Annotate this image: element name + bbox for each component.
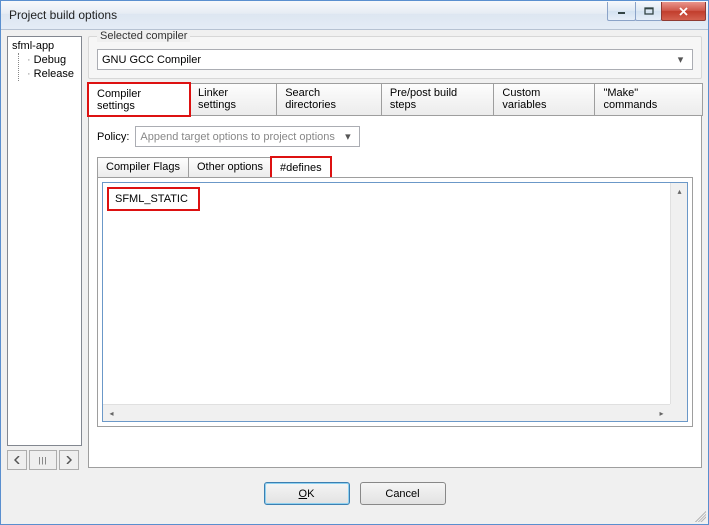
policy-row: Policy: Append target options to project…	[97, 126, 693, 147]
tree-line-icon: ·	[27, 54, 31, 66]
resize-grip[interactable]	[692, 508, 706, 522]
policy-combo-value: Append target options to project options	[140, 131, 334, 143]
targets-panel: sfml-app ·Debug ·Release |||	[7, 36, 82, 466]
chevron-right-icon	[66, 456, 72, 464]
chevron-left-icon	[14, 456, 20, 464]
minimize-button[interactable]	[607, 2, 636, 21]
compiler-combo-value: GNU GCC Compiler	[102, 54, 201, 66]
tree-leaf-debug[interactable]: ·Debug	[25, 53, 79, 67]
defines-textarea[interactable]	[103, 183, 670, 404]
defines-box: SFML_STATIC ▴ ◂ ▸	[102, 182, 688, 422]
tab-pre-post-build[interactable]: Pre/post build steps	[381, 83, 495, 116]
titlebar: Project build options	[1, 1, 708, 30]
tab-search-directories[interactable]: Search directories	[276, 83, 382, 116]
tree-leaf-label: Debug	[34, 54, 66, 66]
chevron-down-icon: ▾	[340, 130, 355, 143]
window-buttons	[608, 1, 708, 29]
targets-tree[interactable]: sfml-app ·Debug ·Release	[7, 36, 82, 446]
subtab-defines[interactable]: #defines	[271, 157, 331, 178]
subtab-other-options[interactable]: Other options	[188, 157, 272, 178]
tree-branch: ·Debug ·Release	[18, 53, 79, 81]
close-icon	[678, 7, 689, 16]
dialog-buttons: OK Cancel	[7, 482, 702, 505]
tab-custom-variables[interactable]: Custom variables	[493, 83, 595, 116]
scroll-left-icon: ◂	[103, 405, 120, 422]
subtab-compiler-flags[interactable]: Compiler Flags	[97, 157, 189, 178]
tree-leaf-release[interactable]: ·Release	[25, 67, 79, 81]
tree-line-icon: ·	[27, 68, 31, 80]
sub-tabs: Compiler Flags Other options #defines	[97, 157, 693, 178]
tree-mid-button[interactable]: |||	[29, 450, 57, 470]
selected-compiler-group: Selected compiler GNU GCC Compiler ▾	[88, 36, 702, 79]
scroll-up-icon: ▴	[671, 183, 688, 200]
selected-compiler-label: Selected compiler	[97, 30, 190, 42]
tab-make-commands[interactable]: "Make" commands	[594, 83, 703, 116]
scroll-corner	[670, 404, 687, 421]
close-button[interactable]	[661, 2, 706, 21]
tree-prev-button[interactable]	[7, 450, 27, 470]
vertical-scrollbar[interactable]: ▴	[670, 183, 687, 404]
defines-highlight: SFML_STATIC	[107, 187, 200, 211]
main-tabs: Compiler settings Linker settings Search…	[88, 83, 702, 116]
tree-nav-buttons: |||	[7, 450, 82, 470]
right-pane: Selected compiler GNU GCC Compiler ▾ Com…	[88, 36, 702, 466]
chevron-down-icon: ▾	[673, 53, 688, 66]
scroll-right-icon: ▸	[653, 405, 670, 422]
tree-root[interactable]: sfml-app	[10, 39, 79, 53]
cancel-label: Cancel	[385, 488, 419, 500]
window-title: Project build options	[9, 8, 117, 22]
tab-compiler-settings[interactable]: Compiler settings	[88, 83, 190, 116]
policy-label: Policy:	[97, 131, 129, 143]
ok-label-rest: K	[307, 488, 314, 500]
client-area: sfml-app ·Debug ·Release ||| Selected co…	[1, 30, 708, 524]
tab-linker-settings[interactable]: Linker settings	[189, 83, 277, 116]
tree-leaf-label: Release	[34, 68, 74, 80]
ok-button[interactable]: OK	[264, 482, 350, 505]
sub-tab-body: SFML_STATIC ▴ ◂ ▸	[97, 177, 693, 427]
policy-combo[interactable]: Append target options to project options…	[135, 126, 360, 147]
minimize-icon	[617, 7, 627, 15]
compiler-combo[interactable]: GNU GCC Compiler ▾	[97, 49, 693, 70]
main-tab-body: Policy: Append target options to project…	[88, 115, 702, 468]
tree-next-button[interactable]	[59, 450, 79, 470]
columns: sfml-app ·Debug ·Release ||| Selected co…	[7, 36, 702, 466]
maximize-button[interactable]	[635, 2, 662, 21]
horizontal-scrollbar[interactable]: ◂ ▸	[103, 404, 670, 421]
main-tabs-container: Compiler settings Linker settings Search…	[88, 83, 702, 468]
cancel-button[interactable]: Cancel	[360, 482, 446, 505]
maximize-icon	[644, 7, 654, 15]
